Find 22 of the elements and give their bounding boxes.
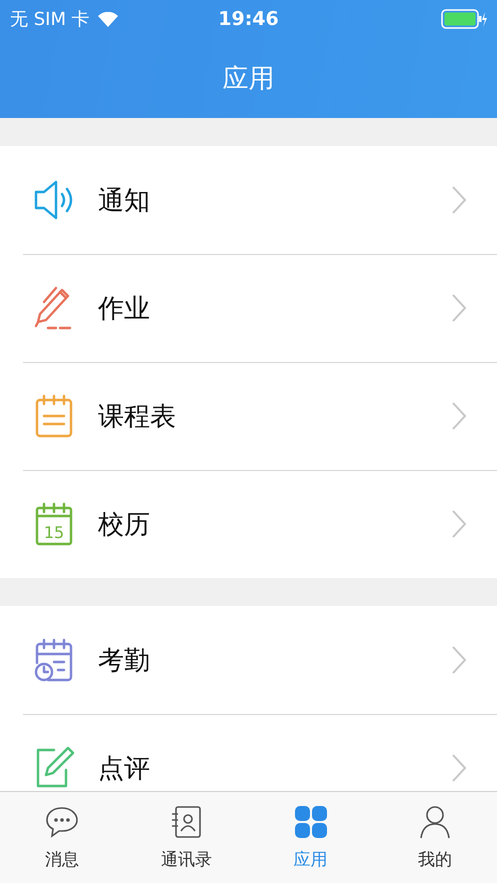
menu-item[interactable]: 点评: [0, 714, 497, 791]
chevron-icon: [451, 509, 467, 539]
wifi-icon: [98, 12, 118, 26]
tab[interactable]: 我的: [372, 792, 497, 883]
battery-icon: [441, 9, 488, 29]
tab[interactable]: 消息: [0, 792, 124, 883]
apps-icon: [292, 804, 329, 840]
chevron-icon: [451, 185, 467, 215]
menu-item[interactable]: 通知: [0, 146, 497, 254]
menu-item[interactable]: 作业: [0, 254, 497, 362]
page-title: 应用: [222, 62, 274, 96]
chevron-icon: [451, 293, 467, 323]
menu-item[interactable]: 15 校历: [0, 470, 497, 578]
chevron-icon: [451, 645, 467, 675]
chevron-icon: [451, 753, 467, 783]
menu-item[interactable]: 课程表: [0, 362, 497, 470]
menu-item[interactable]: 考勤: [0, 606, 497, 714]
chat-icon: [44, 804, 80, 840]
tab[interactable]: 通讯录: [124, 792, 248, 883]
clock-text: 19:46: [218, 8, 279, 30]
chevron-icon: [451, 401, 467, 431]
carrier-text: 无 SIM 卡: [10, 8, 90, 31]
